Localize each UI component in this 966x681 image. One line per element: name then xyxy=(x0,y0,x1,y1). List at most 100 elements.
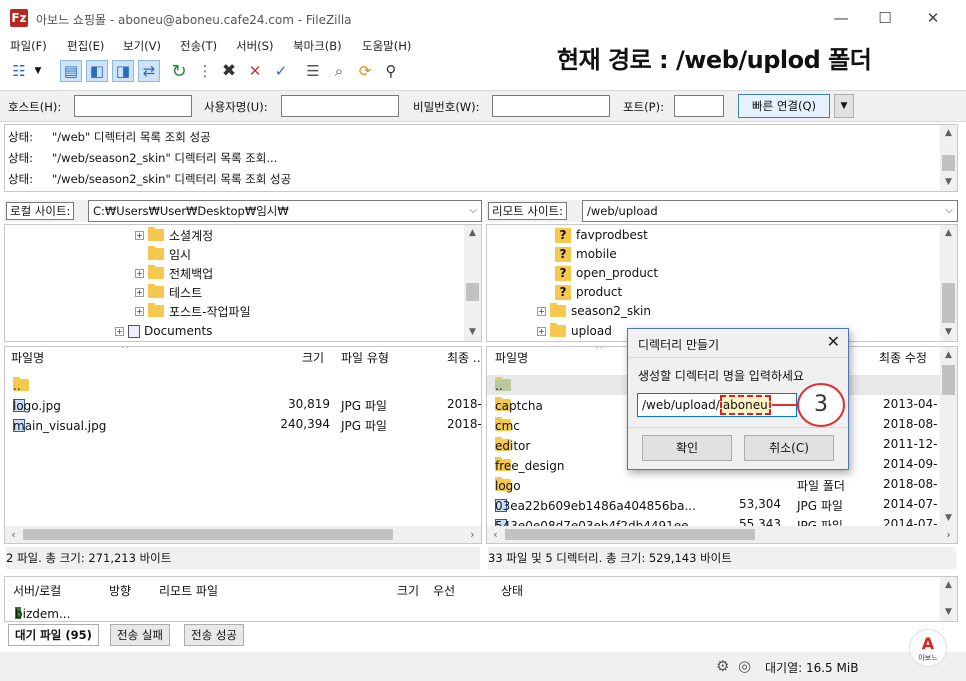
reconnect-icon[interactable]: ✓ xyxy=(270,60,292,82)
tree-item[interactable]: + 전체백업 xyxy=(135,263,213,283)
folder-icon xyxy=(148,227,164,241)
file-row[interactable]: logo.jpg 30,819 JPG 파일 2018- xyxy=(5,395,481,415)
quickconnect-button[interactable]: 빠른 연결(Q) xyxy=(738,94,830,118)
tutorial-caption: 현재 경로 : /web/uplod 폴더 xyxy=(557,46,872,74)
search-icon[interactable]: ⚲ xyxy=(380,60,402,82)
file-row[interactable]: logo 파일 폴더 2018-08- xyxy=(487,475,941,495)
column-header-size[interactable]: 크기 xyxy=(302,347,324,369)
tree-item[interactable]: + 테스트 xyxy=(135,282,202,302)
file-row[interactable]: main_visual.jpg 240,394 JPG 파일 2018- xyxy=(5,415,481,435)
queue-column-direction[interactable]: 방향 xyxy=(109,582,131,599)
chevron-down-icon[interactable]: ⌵ xyxy=(469,201,477,221)
quickconnect-dropdown-icon[interactable]: ▼ xyxy=(834,94,854,118)
tree-item[interactable]: + season2_skin xyxy=(537,301,651,321)
tree-item[interactable]: ? favprodbest xyxy=(555,225,648,245)
toggle-log-icon[interactable]: ▤ xyxy=(60,60,82,82)
tree-item[interactable]: + 소셜계정 xyxy=(135,225,213,245)
message-log: 상태: "/web" 디렉터리 목록 조회 성공 상태: "/web/season2… xyxy=(4,124,958,192)
dialog-title: 디렉터리 만들기 xyxy=(638,338,720,352)
menu-help[interactable]: 도움말(H) xyxy=(362,38,411,54)
toggle-remote-tree-icon[interactable]: ◨ xyxy=(112,60,134,82)
aboneu-logo: A 아보느 xyxy=(909,629,947,667)
local-directory-tree: + 소셜계정 임시 + 전체백업 + 테스트 + 포스트-작업파일 + Documents… xyxy=(4,224,482,342)
remote-tree-scrollbar[interactable]: ▲ ▼ xyxy=(940,225,957,341)
queue-column-remote-file[interactable]: 리모트 파일 xyxy=(159,582,218,599)
local-list-hscrollbar[interactable]: ‹ › xyxy=(5,526,481,543)
title-bar: Fz 아보느 쇼핑몰 - aboneu@aboneu.cafe24.com - … xyxy=(0,0,966,36)
host-label: 호스트(H): xyxy=(8,100,62,114)
tree-item[interactable]: ? open_product xyxy=(555,263,658,283)
toggle-local-tree-icon[interactable]: ◧ xyxy=(86,60,108,82)
documents-icon xyxy=(128,324,140,338)
column-header-modified[interactable]: 최종 수정 xyxy=(879,347,927,369)
close-button[interactable]: ✕ xyxy=(918,6,948,30)
remote-path-combo[interactable]: /web/upload ⌵ xyxy=(582,200,958,222)
log-scrollbar[interactable]: ▲ ▼ xyxy=(940,125,957,191)
close-icon[interactable]: ✕ xyxy=(827,332,840,351)
queue-column-server[interactable]: 서버/로컬 xyxy=(13,582,61,599)
cancel-icon[interactable]: ✖ xyxy=(218,60,240,82)
file-row[interactable]: .. xyxy=(5,375,465,395)
menu-bookmarks[interactable]: 북마크(B) xyxy=(293,38,342,54)
menu-server[interactable]: 서버(S) xyxy=(236,38,273,54)
host-input[interactable] xyxy=(74,95,192,117)
column-header-name[interactable]: 파일명 xyxy=(11,347,44,369)
filter-icon[interactable]: ☰ xyxy=(302,60,324,82)
column-header-type[interactable]: 파일 유형 xyxy=(341,347,389,369)
menu-file[interactable]: 파일(F) xyxy=(10,38,47,54)
site-manager-icon[interactable]: ☷ xyxy=(8,60,30,82)
local-file-list: 파일명 ^ 크기 파일 유형 최종 ... .. logo.jpg 30,819… xyxy=(4,346,482,544)
remote-list-scrollbar[interactable]: ▲ ▼ xyxy=(940,347,957,527)
ok-button[interactable]: 확인 xyxy=(642,435,732,461)
local-status: 2 파일. 총 크기: 271,213 바이트 xyxy=(6,547,480,569)
remote-directory-tree: ? favprodbest ? mobile ? open_product ? prod… xyxy=(486,224,958,342)
local-path-bar: 로컬 사이트: C:₩Users₩User₩Desktop₩임시₩ ⌵ xyxy=(4,200,482,222)
window-title: 아보느 쇼핑몰 - aboneu@aboneu.cafe24.com - Fil… xyxy=(36,13,352,27)
tab-queued-files[interactable]: 대기 파일 (95) xyxy=(8,624,99,646)
folder-icon xyxy=(148,284,164,298)
queue-scrollbar[interactable]: ▲ ▼ xyxy=(940,577,957,621)
cancel-button[interactable]: 취소(C) xyxy=(744,435,834,461)
chevron-down-icon[interactable]: ⌵ xyxy=(945,201,953,221)
menu-edit[interactable]: 편집(E) xyxy=(67,38,104,54)
step-callout: 3 xyxy=(797,383,845,427)
tree-item[interactable]: ? product xyxy=(555,282,622,302)
process-queue-icon[interactable]: ⋮ xyxy=(194,60,216,82)
menu-view[interactable]: 보기(V) xyxy=(123,38,161,54)
queue-column-priority[interactable]: 우선 xyxy=(433,582,455,599)
toggle-queue-icon[interactable]: ⇄ xyxy=(138,60,160,82)
log-line: 상태: "/web/season2_skin" 디렉터리 목록 조회 성공 xyxy=(8,172,292,186)
port-input[interactable] xyxy=(674,95,724,117)
queue-row[interactable]: bizdem... xyxy=(5,603,305,623)
sync-browse-icon[interactable]: ⟳ xyxy=(354,60,376,82)
password-input[interactable] xyxy=(492,95,610,117)
tree-item[interactable]: 임시 xyxy=(148,244,191,264)
folder-icon xyxy=(148,246,164,260)
refresh-icon[interactable]: ↻ xyxy=(168,60,190,82)
file-row[interactable]: 03ea22b609eb1486a404856ba... 53,304 JPG 파일… xyxy=(487,495,941,515)
queue-column-status[interactable]: 상태 xyxy=(501,582,523,599)
tree-item[interactable]: + 포스트-작업파일 xyxy=(135,301,251,321)
compare-icon[interactable]: ⌕ xyxy=(328,60,350,82)
maximize-button[interactable]: ☐ xyxy=(870,6,900,30)
speed-limit-icon[interactable]: ◎ xyxy=(738,657,751,675)
queue-column-size[interactable]: 크기 xyxy=(397,582,419,599)
dropdown-icon[interactable]: ▼ xyxy=(32,60,44,82)
remote-path-bar: 리모트 사이트: /web/upload ⌵ xyxy=(486,200,958,222)
disconnect-icon[interactable]: ✕ xyxy=(244,60,266,82)
tab-successful-transfers[interactable]: 전송 성공 xyxy=(184,624,244,646)
minimize-button[interactable]: — xyxy=(826,6,856,30)
sort-arrow-icon: ^ xyxy=(121,346,130,355)
tab-failed-transfers[interactable]: 전송 실패 xyxy=(110,624,170,646)
username-input[interactable] xyxy=(281,95,399,117)
tree-item[interactable]: + Documents xyxy=(115,321,212,341)
local-path-combo[interactable]: C:₩Users₩User₩Desktop₩임시₩ ⌵ xyxy=(88,200,482,222)
remote-list-hscrollbar[interactable]: ‹ › xyxy=(487,526,957,543)
tree-item[interactable]: + upload xyxy=(537,321,612,341)
menu-transfer[interactable]: 전송(T) xyxy=(180,38,217,54)
column-header-modified[interactable]: 최종 ... xyxy=(447,347,481,369)
unknown-folder-icon: ? xyxy=(555,246,571,262)
local-tree-scrollbar[interactable]: ▲ ▼ xyxy=(464,225,481,341)
column-header-name[interactable]: 파일명 xyxy=(495,347,528,369)
tree-item[interactable]: ? mobile xyxy=(555,244,617,264)
